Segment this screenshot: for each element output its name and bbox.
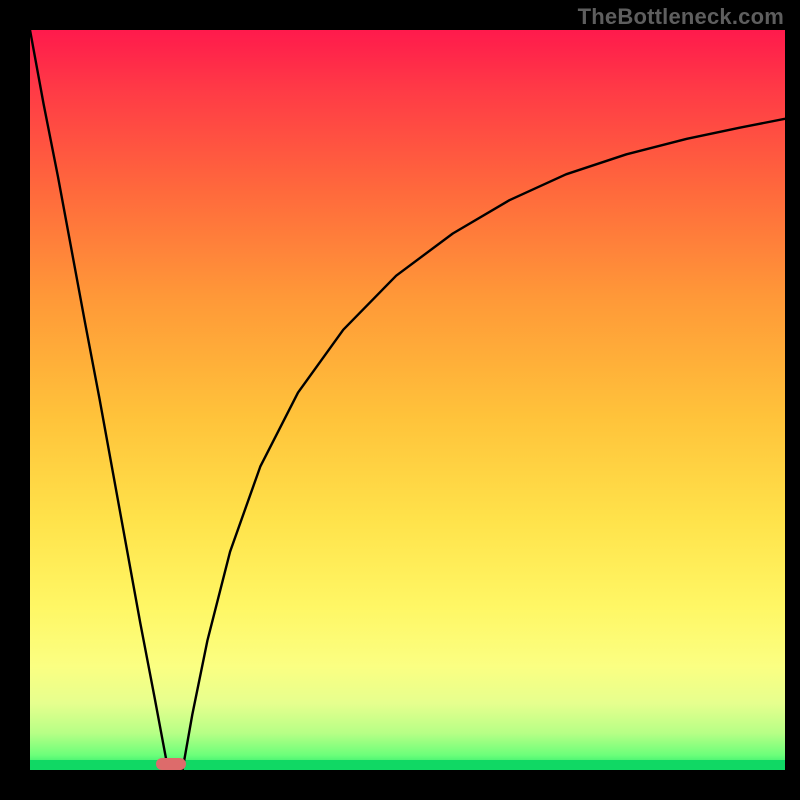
chart-frame: TheBottleneck.com: [0, 0, 800, 800]
curve-path: [30, 30, 785, 770]
watermark-text: TheBottleneck.com: [578, 4, 784, 30]
minimum-marker: [156, 758, 186, 770]
plot-area: [30, 30, 785, 770]
bottleneck-curve: [30, 30, 785, 770]
